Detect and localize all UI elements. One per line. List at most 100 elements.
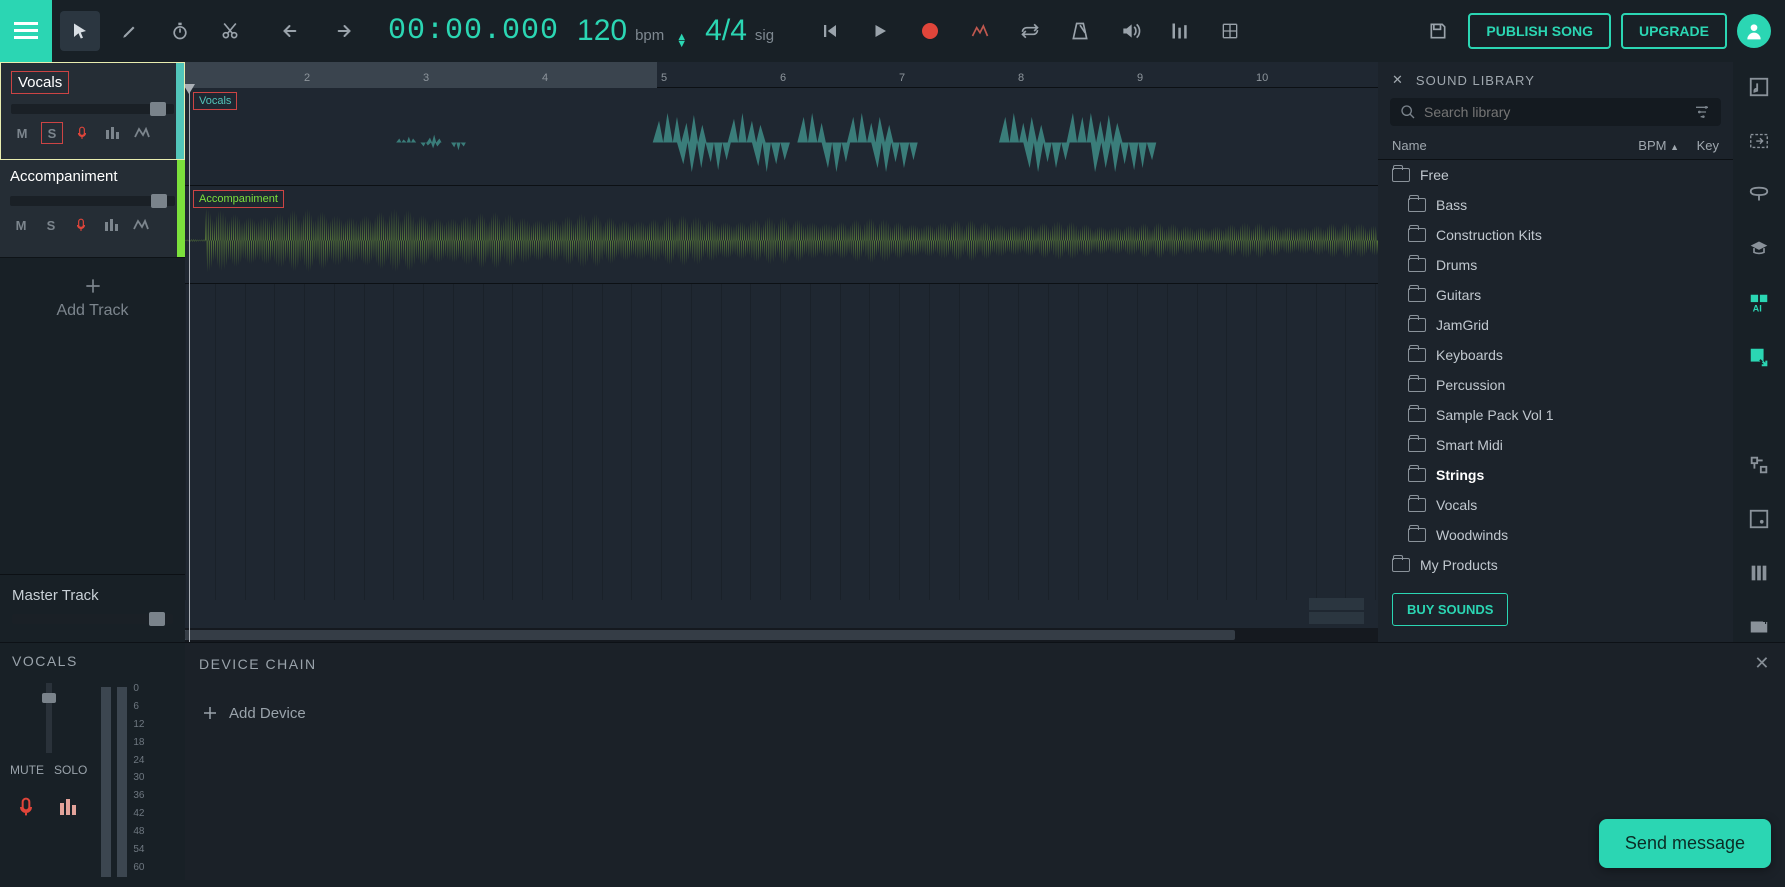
eq-icon[interactable] [101,122,123,144]
loop-button[interactable] [1010,11,1050,51]
master-volume-button[interactable] [1110,11,1150,51]
track-volume-slider[interactable] [10,196,175,206]
rail-fullscreen-button[interactable] [1744,504,1774,534]
ruler-tick: 3 [423,72,429,84]
solo-button[interactable]: S [40,214,62,236]
ruler-tick: 9 [1137,72,1143,84]
library-folder-smart-midi[interactable]: Smart Midi [1378,430,1733,460]
buy-sounds-button[interactable]: BUY SOUNDS [1392,593,1508,626]
track-lane-vocals[interactable]: Vocals [185,88,1378,186]
library-folder-percussion[interactable]: Percussion [1378,370,1733,400]
col-header-bpm[interactable]: BPM ▲ [1631,138,1679,153]
arm-record-big-button[interactable] [10,791,42,823]
library-folder-keyboards[interactable]: Keyboards [1378,340,1733,370]
library-folder-my-products[interactable]: My Products [1378,550,1733,580]
rail-midi-button[interactable] [1744,126,1774,156]
add-device-button[interactable]: Add Device [185,684,1785,742]
library-search-input[interactable] [1424,104,1693,120]
rail-collab-button[interactable] [1744,180,1774,210]
automation-icon[interactable] [130,214,152,236]
mixer-button[interactable] [1160,11,1200,51]
level-bar[interactable] [101,687,111,877]
rail-download-button[interactable] [1744,342,1774,372]
col-header-key[interactable]: Key [1679,138,1719,153]
mute-button[interactable]: M [11,122,33,144]
rail-snap-grid-button[interactable] [1744,450,1774,480]
pan-slider[interactable] [46,683,52,753]
pencil-tool[interactable] [110,11,150,51]
cut-tool[interactable] [210,11,250,51]
library-search[interactable] [1390,98,1721,126]
time-signature-control[interactable]: 4/4 sig [705,14,774,48]
track-lane-accompaniment[interactable]: Accompaniment [185,186,1378,284]
upgrade-button[interactable]: UPGRADE [1621,13,1727,49]
save-button[interactable] [1418,11,1458,51]
track-name[interactable]: Accompaniment [10,168,118,185]
play-button[interactable] [860,11,900,51]
playhead-handle[interactable] [185,84,195,94]
folder-icon [1408,528,1426,542]
library-folder-bass[interactable]: Bass [1378,190,1733,220]
library-folder-free[interactable]: Free [1378,160,1733,190]
folder-icon [1392,168,1410,182]
mute-label-button[interactable]: MUTE [10,763,44,777]
publish-song-button[interactable]: PUBLISH SONG [1468,13,1611,49]
snap-button[interactable] [1210,11,1250,51]
timeline-ruler[interactable]: 2 3 4 5 6 7 8 9 10 [185,62,1378,88]
rail-ai-button[interactable]: AI [1744,288,1774,318]
undo-button[interactable] [272,11,312,51]
close-library-button[interactable]: ✕ [1392,72,1404,88]
arm-record-button[interactable] [70,214,92,236]
library-folder-strings[interactable]: Strings [1378,460,1733,490]
bpm-control[interactable]: 120 bpm ▲▼ [577,14,687,48]
mute-button[interactable]: M [10,214,32,236]
minimap-clip [1309,598,1364,610]
bpm-spinner[interactable]: ▲▼ [676,35,687,47]
eq-icon[interactable] [100,214,122,236]
track-volume-slider[interactable] [11,104,174,114]
automation-button[interactable] [960,11,1000,51]
user-avatar-button[interactable] [1737,14,1771,48]
library-folder-woodwinds[interactable]: Woodwinds [1378,520,1733,550]
arm-record-button[interactable] [71,122,93,144]
master-track-label: Master Track [12,587,173,604]
ruler-tick: 6 [780,72,786,84]
library-folder-construction-kits[interactable]: Construction Kits [1378,220,1733,250]
close-device-chain-button[interactable]: ✕ [1754,653,1771,674]
svg-text:+: + [1763,617,1769,628]
metronome-button[interactable] [1060,11,1100,51]
library-folder-drums[interactable]: Drums [1378,250,1733,280]
col-header-name[interactable]: Name [1392,138,1631,153]
solo-button[interactable]: S [41,122,63,144]
track-name[interactable]: Vocals [11,71,69,94]
track-header-accompaniment[interactable]: Accompaniment M S [0,160,185,258]
rail-library-button[interactable] [1744,72,1774,102]
library-folder-vocals[interactable]: Vocals [1378,490,1733,520]
main-menu-button[interactable] [0,0,52,62]
add-track-label: Add Track [56,302,128,319]
go-to-start-button[interactable] [810,11,850,51]
rail-piano-button[interactable] [1744,558,1774,588]
library-folder-guitars[interactable]: Guitars [1378,280,1733,310]
solo-label-button[interactable]: SOLO [54,763,87,777]
track-header-vocals[interactable]: Vocals M S [0,62,185,160]
eq-big-button[interactable] [52,791,84,823]
folder-icon [1408,408,1426,422]
library-folder-jamgrid[interactable]: JamGrid [1378,310,1733,340]
timer-tool[interactable] [160,11,200,51]
master-volume-slider[interactable] [12,614,173,624]
rail-add-panel-button[interactable]: + [1744,612,1774,642]
record-button[interactable] [910,11,950,51]
filter-icon[interactable] [1693,104,1711,120]
level-bar[interactable] [117,687,127,877]
send-message-button[interactable]: Send message [1599,819,1771,868]
pointer-tool[interactable] [60,11,100,51]
horizontal-scrollbar[interactable] [185,628,1378,642]
redo-button[interactable] [322,11,362,51]
automation-icon[interactable] [131,122,153,144]
add-track-button[interactable]: Add Track [0,258,185,338]
timecode-display[interactable]: 00:00.000 [370,14,577,48]
rail-academy-button[interactable] [1744,234,1774,264]
master-track-block[interactable]: Master Track [0,574,185,642]
library-folder-sample-pack[interactable]: Sample Pack Vol 1 [1378,400,1733,430]
